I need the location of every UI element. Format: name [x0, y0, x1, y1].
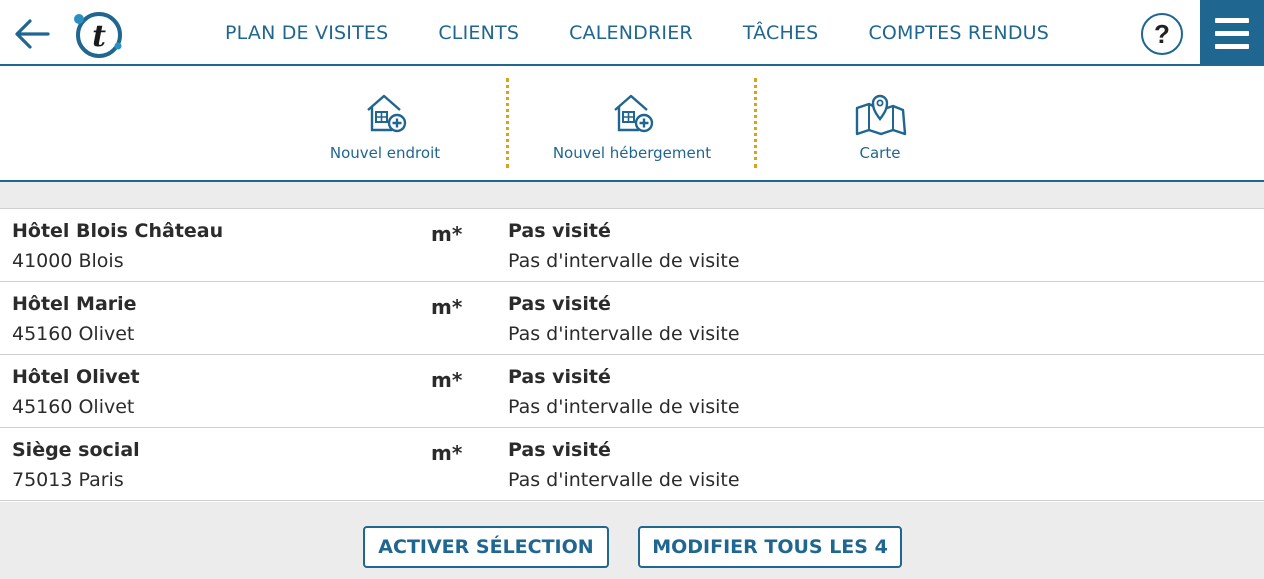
place-name: Hôtel Blois Château [12, 220, 224, 242]
visit-status: Pas visité [508, 293, 611, 315]
place-city: 41000 Blois [12, 250, 124, 272]
places-list: Hôtel Blois Château 41000 Blois m* Pas v… [0, 209, 1264, 501]
map-label: Carte [859, 144, 901, 162]
nav-clients[interactable]: CLIENTS [438, 22, 519, 44]
list-item[interactable]: Hôtel Blois Château 41000 Blois m* Pas v… [0, 209, 1264, 282]
new-place-button[interactable]: Nouvel endroit [262, 66, 508, 180]
nav-calendrier[interactable]: CALENDRIER [569, 22, 693, 44]
place-code: m* [431, 295, 463, 319]
map-button[interactable]: Carte [757, 66, 1003, 180]
house-plus-icon [614, 94, 654, 133]
visit-interval: Pas d'intervalle de visite [508, 323, 740, 345]
place-name: Hôtel Marie [12, 293, 137, 315]
house-plus-icon [367, 94, 407, 133]
place-city: 45160 Olivet [12, 323, 135, 345]
hamburger-menu-button[interactable] [1200, 0, 1264, 66]
nav-comptes-rendus[interactable]: COMPTES RENDUS [868, 22, 1049, 44]
new-lodging-button[interactable]: Nouvel hébergement [509, 66, 755, 180]
top-bar: t PLAN DE VISITES CLIENTS CALENDRIER TÂC… [0, 0, 1264, 66]
list-item[interactable]: Siège social 75013 Paris m* Pas visité P… [0, 428, 1264, 501]
place-name: Siège social [12, 439, 140, 461]
question-icon: ? [1154, 18, 1170, 49]
app-logo: t [74, 12, 122, 58]
visit-interval: Pas d'intervalle de visite [508, 469, 740, 491]
visit-status: Pas visité [508, 439, 611, 461]
list-header-band [0, 182, 1264, 209]
hamburger-line [1215, 44, 1249, 49]
action-toolbar: Nouvel endroit Nouvel hébergement Carte [0, 66, 1264, 182]
help-button[interactable]: ? [1141, 13, 1183, 55]
arrow-left-icon[interactable] [12, 14, 52, 54]
new-place-label: Nouvel endroit [329, 144, 441, 162]
place-city: 75013 Paris [12, 469, 124, 491]
activate-selection-button[interactable]: ACTIVER SÉLECTION [363, 526, 609, 568]
visit-interval: Pas d'intervalle de visite [508, 396, 740, 418]
visit-status: Pas visité [508, 220, 611, 242]
logo-letter: t [92, 19, 106, 54]
bottom-action-bar: ACTIVER SÉLECTION MODIFIER TOUS LES 4 [0, 502, 1264, 579]
new-lodging-label: Nouvel hébergement [552, 144, 712, 162]
modify-all-button[interactable]: MODIFIER TOUS LES 4 [638, 526, 902, 568]
place-code: m* [431, 441, 463, 465]
map-pin-icon [855, 94, 907, 136]
place-name: Hôtel Olivet [12, 366, 140, 388]
place-city: 45160 Olivet [12, 396, 135, 418]
hamburger-line [1215, 31, 1249, 36]
place-code: m* [431, 368, 463, 392]
list-item[interactable]: Hôtel Olivet 45160 Olivet m* Pas visité … [0, 355, 1264, 428]
nav-plan-de-visites[interactable]: PLAN DE VISITES [225, 22, 388, 44]
main-nav: PLAN DE VISITES CLIENTS CALENDRIER TÂCHE… [200, 0, 1074, 66]
visit-status: Pas visité [508, 366, 611, 388]
place-code: m* [431, 222, 463, 246]
list-item[interactable]: Hôtel Marie 45160 Olivet m* Pas visité P… [0, 282, 1264, 355]
nav-taches[interactable]: TÂCHES [743, 22, 819, 44]
hamburger-menu-icon [1215, 18, 1249, 23]
visit-interval: Pas d'intervalle de visite [508, 250, 740, 272]
